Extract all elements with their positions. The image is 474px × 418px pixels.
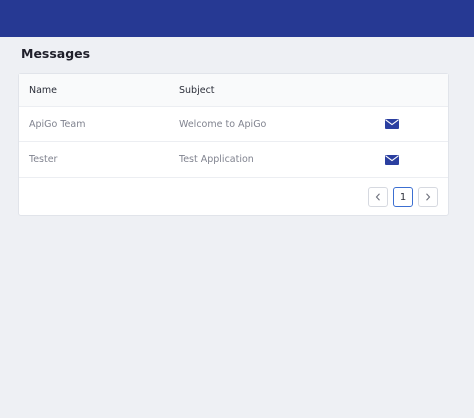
page-number-button[interactable]: 1 — [393, 187, 413, 207]
envelope-icon[interactable] — [385, 107, 399, 141]
page-title: Messages — [21, 46, 91, 61]
table-row[interactable]: ApiGo Team Welcome to ApiGo — [19, 107, 448, 142]
table-row[interactable]: Tester Test Application — [19, 142, 448, 178]
envelope-icon[interactable] — [385, 142, 399, 177]
message-sender: Tester — [29, 154, 58, 165]
message-sender: ApiGo Team — [29, 118, 86, 130]
pagination: 1 — [368, 187, 438, 207]
column-header-subject: Subject — [179, 84, 215, 96]
chevron-left-icon — [375, 193, 380, 201]
top-navbar — [0, 0, 474, 37]
messages-card: Name Subject ApiGo Team Welcome to ApiGo… — [18, 73, 449, 216]
next-page-button[interactable] — [418, 187, 438, 207]
prev-page-button[interactable] — [368, 187, 388, 207]
column-header-name: Name — [29, 84, 58, 96]
message-subject: Welcome to ApiGo — [179, 118, 267, 130]
chevron-right-icon — [426, 193, 431, 201]
table-header: Name Subject — [19, 74, 448, 107]
message-subject: Test Application — [179, 154, 254, 165]
